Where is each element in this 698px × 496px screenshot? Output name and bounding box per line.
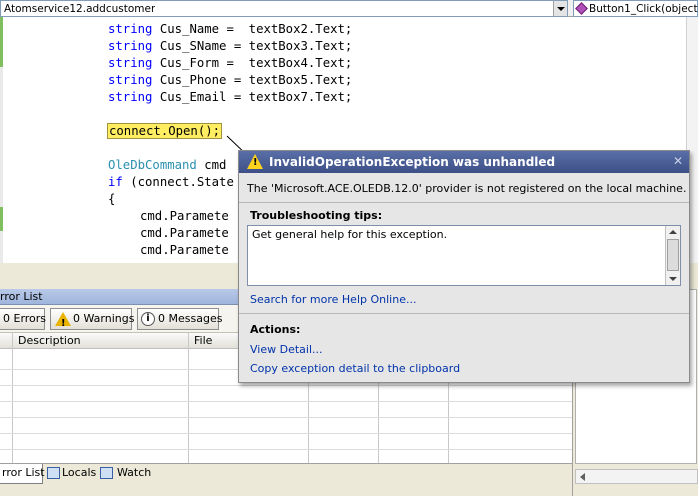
troubleshooting-tips-list[interactable]: Get general help for this exception. xyxy=(247,225,681,286)
code-text: Cus_Form = textBox4.Text; xyxy=(152,56,353,70)
warning-icon xyxy=(247,154,263,169)
grid-divider xyxy=(12,333,13,463)
code-line: cmd.Paramete xyxy=(140,208,229,225)
code-text: { xyxy=(108,192,116,206)
copy-exception-detail-link[interactable]: Copy exception detail to the clipboard xyxy=(250,362,460,375)
code-text: cmd xyxy=(196,158,227,172)
grid-divider xyxy=(188,333,189,463)
change-marker xyxy=(0,17,3,67)
code-line-current: connect.Open(); xyxy=(107,123,223,140)
grid-row-line xyxy=(0,385,572,386)
tip-link[interactable]: Get general help for this exception. xyxy=(252,228,447,241)
keyword: string xyxy=(108,39,153,53)
close-icon[interactable]: ✕ xyxy=(671,154,685,168)
method-icon xyxy=(575,2,588,15)
scroll-thumb[interactable] xyxy=(667,239,679,271)
code-text: Cus_Phone = textBox5.Text; xyxy=(152,73,353,87)
code-line: OleDbCommand cmd xyxy=(108,157,226,174)
code-text: cmd.Paramete xyxy=(140,243,229,257)
code-text: cmd.Paramete xyxy=(140,209,229,223)
keyword: string xyxy=(108,22,153,36)
watch-icon xyxy=(100,467,113,479)
scroll-down-icon[interactable] xyxy=(669,277,677,281)
grid-row-line xyxy=(0,401,572,402)
current-statement-highlight: connect.Open(); xyxy=(107,123,223,139)
divider xyxy=(239,202,689,203)
keyword: string xyxy=(108,56,153,70)
keyword: string xyxy=(108,90,153,104)
code-line: string Cus_SName = textBox3.Text; xyxy=(108,38,352,55)
warnings-filter-label: 0 Warnings xyxy=(73,312,135,325)
search-help-online-link[interactable]: Search for more Help Online... xyxy=(250,293,416,306)
tab-error-list[interactable]: rror List xyxy=(0,464,45,484)
grid-row-line xyxy=(0,449,572,450)
view-detail-link[interactable]: View Detail... xyxy=(250,343,323,356)
tips-scrollbar[interactable] xyxy=(665,226,680,285)
actions-heading: Actions: xyxy=(250,323,301,336)
keyword: string xyxy=(108,73,153,87)
code-line: string Cus_Email = textBox7.Text; xyxy=(108,89,352,106)
exception-header: InvalidOperationException was unhandled … xyxy=(239,151,689,173)
class-dropdown[interactable]: Atomservice12.addcustomer xyxy=(0,0,568,17)
code-line: cmd.Paramete xyxy=(140,242,229,259)
code-text: Cus_Email = textBox7.Text; xyxy=(152,90,353,104)
messages-filter-button[interactable]: i 0 Messages xyxy=(137,308,223,330)
code-text: (connect.State xyxy=(122,175,234,189)
tab-label: rror List xyxy=(2,466,45,479)
divider xyxy=(239,313,689,314)
code-text: cmd.Paramete xyxy=(140,226,229,240)
grid-row-line xyxy=(0,417,572,418)
code-line: { xyxy=(108,191,115,208)
chevron-down-icon[interactable] xyxy=(553,1,567,16)
code-line: string Cus_Name = textBox2.Text; xyxy=(108,21,352,38)
member-dropdown[interactable]: Button1_Click(object s xyxy=(573,0,698,17)
grid-row-line xyxy=(0,433,572,434)
code-navigation-bar: Atomservice12.addcustomer Button1_Click(… xyxy=(0,0,698,17)
error-list-title: rror List xyxy=(0,290,43,303)
type-name: OleDbCommand xyxy=(108,158,197,172)
column-header-file[interactable]: File xyxy=(194,334,212,347)
errors-filter-label: 0 Errors xyxy=(3,312,47,325)
messages-filter-label: 0 Messages xyxy=(158,312,223,325)
horizontal-scrollbar[interactable] xyxy=(575,469,698,484)
code-line: if (connect.State xyxy=(108,174,234,191)
info-icon: i xyxy=(141,312,155,326)
code-line: string Cus_Phone = textBox5.Text; xyxy=(108,72,352,89)
locals-icon xyxy=(47,467,60,479)
exception-title: InvalidOperationException was unhandled xyxy=(269,155,556,169)
errors-filter-button[interactable]: 0 Errors xyxy=(0,308,47,330)
warning-icon xyxy=(55,312,71,334)
member-dropdown-value: Button1_Click(object s xyxy=(589,3,698,15)
tab-label: Watch xyxy=(117,466,152,479)
tab-locals[interactable]: Locals xyxy=(44,464,96,484)
code-text: Cus_Name = textBox2.Text; xyxy=(152,22,353,36)
code-line: string Cus_Form = textBox4.Text; xyxy=(108,55,352,72)
scroll-up-icon[interactable] xyxy=(669,230,677,234)
code-text: Cus_SName = textBox3.Text; xyxy=(152,39,353,53)
bottom-tab-strip: rror List Locals Watch xyxy=(0,463,572,485)
warnings-filter-button[interactable]: 0 Warnings xyxy=(50,308,135,334)
class-dropdown-value: Atomservice12.addcustomer xyxy=(4,3,156,15)
keyword: if xyxy=(108,175,123,189)
exception-assistant-dialog: InvalidOperationException was unhandled … xyxy=(238,150,690,383)
exception-message: The 'Microsoft.ACE.OLEDB.12.0' provider … xyxy=(247,182,687,195)
tab-label: Locals xyxy=(62,466,97,479)
troubleshooting-tips-heading: Troubleshooting tips: xyxy=(250,209,383,222)
change-marker xyxy=(0,207,3,231)
code-line: cmd.Paramete xyxy=(140,225,229,242)
tab-watch[interactable]: Watch xyxy=(97,464,151,484)
column-header-description[interactable]: Description xyxy=(18,334,81,347)
